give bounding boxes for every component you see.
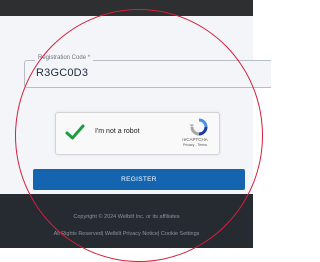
registration-form: Registration Code * R3GC0D3 I'm not a ro… (0, 16, 271, 194)
registration-code-label: Registration Code * (35, 55, 94, 61)
recaptcha-links: Privacy - Terms (171, 143, 219, 147)
legal-links: All Rights Reserved| Welbilt Privacy Not… (0, 231, 253, 237)
recaptcha-logo-icon (189, 118, 208, 136)
registration-code-value: R3GC0D3 (36, 67, 89, 79)
copyright-text: Copyright © 2024 Welbilt Inc. or its aff… (73, 214, 180, 220)
registration-code-field[interactable]: Registration Code * R3GC0D3 (24, 55, 271, 88)
privacy-notice-link[interactable]: Welbilt Privacy Notice (105, 231, 158, 237)
checkmark-icon[interactable] (65, 122, 85, 142)
footer: Copyright © 2024 Welbilt Inc. or its aff… (0, 194, 253, 248)
rights-text: All Rights Reserved (53, 231, 102, 237)
recaptcha-terms-link[interactable]: Terms (198, 143, 208, 147)
top-bar (0, 0, 253, 16)
recaptcha-privacy-link[interactable]: Privacy (183, 143, 194, 147)
captcha-label: I'm not a robot (95, 128, 140, 135)
recaptcha-widget: I'm not a robot reCAPTCHA Privacy - Term… (55, 112, 220, 155)
cookie-settings-link[interactable]: Cookie Settings (161, 231, 200, 237)
recaptcha-brand: reCAPTCHA (182, 137, 208, 142)
register-button[interactable]: REGISTER (33, 169, 245, 190)
